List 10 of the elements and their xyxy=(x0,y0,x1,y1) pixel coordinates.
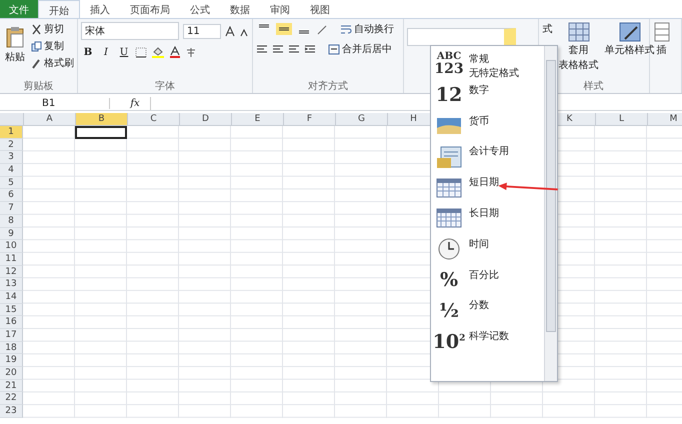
group-label: 样式 xyxy=(582,80,605,93)
group-label: 字体 xyxy=(154,80,176,93)
format-glyph: ABC xyxy=(436,52,462,62)
format-glyph: 123 xyxy=(434,62,464,76)
format-glyph: 12 xyxy=(436,84,462,106)
format-glyph: ½ xyxy=(439,300,459,322)
format-glyph: 10$^{2}$ xyxy=(432,330,466,353)
group-label: 对齐方式 xyxy=(307,80,350,93)
group-label: 剪贴板 xyxy=(22,80,54,93)
format-glyph: % xyxy=(440,268,458,291)
